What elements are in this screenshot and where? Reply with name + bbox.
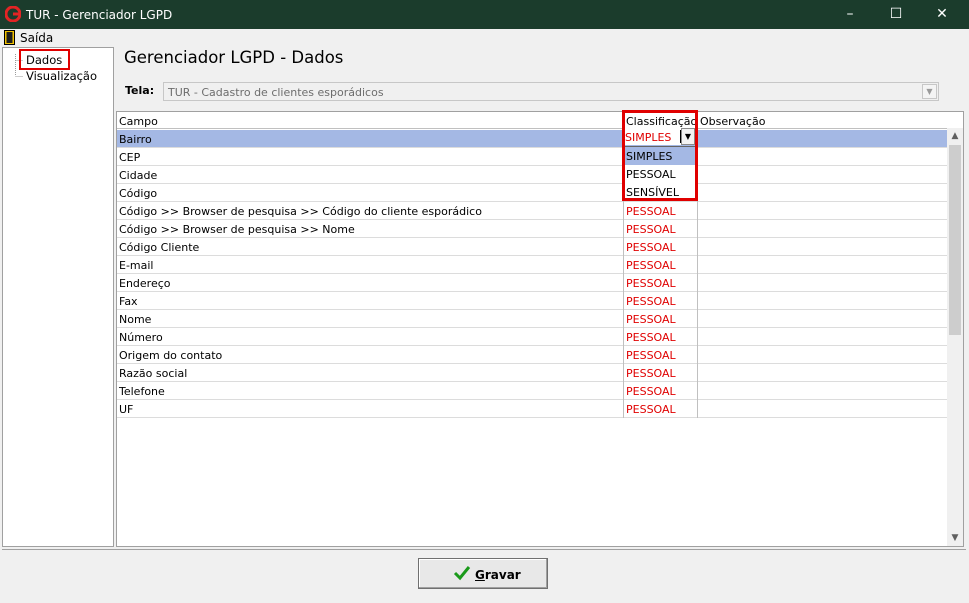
cell-campo[interactable]: UF xyxy=(117,400,623,418)
table-row[interactable]: Código xyxy=(117,184,947,202)
cell-classificacao[interactable]: PESSOAL xyxy=(623,292,697,310)
table-row[interactable]: Telefone PESSOAL xyxy=(117,382,947,400)
cell-classificacao[interactable]: PESSOAL xyxy=(623,364,697,382)
grid-vertical-scrollbar[interactable]: ▲ ▼ xyxy=(947,128,963,546)
table-row[interactable]: Código >> Browser de pesquisa >> Nome PES… xyxy=(117,220,947,238)
grid-header: Campo Classificação Observação xyxy=(117,112,947,129)
tela-select-value: TUR - Cadastro de clientes esporádicos xyxy=(168,86,384,99)
cell-campo[interactable]: Cidade xyxy=(117,166,623,184)
table-row[interactable]: Número PESSOAL xyxy=(117,328,947,346)
check-icon xyxy=(453,566,471,581)
cell-observacao[interactable] xyxy=(697,328,947,346)
table-row[interactable]: Origem do contato PESSOAL xyxy=(117,346,947,364)
cell-campo[interactable]: Código Cliente xyxy=(117,238,623,256)
table-row[interactable]: Cidade xyxy=(117,166,947,184)
cell-campo[interactable]: Código >> Browser de pesquisa >> Nome xyxy=(117,220,623,238)
cell-classificacao[interactable]: PESSOAL xyxy=(623,238,697,256)
cell-campo[interactable]: Endereço xyxy=(117,274,623,292)
minimize-button[interactable]: – xyxy=(827,0,873,29)
navigation-tree: Dados Visualização xyxy=(2,47,114,547)
scroll-up-icon[interactable]: ▲ xyxy=(947,128,963,144)
app-logo-icon xyxy=(5,6,21,22)
cell-campo[interactable]: E-mail xyxy=(117,256,623,274)
cell-classificacao[interactable]: PESSOAL xyxy=(623,382,697,400)
chevron-down-icon[interactable]: ▼ xyxy=(922,84,937,99)
cell-observacao[interactable] xyxy=(697,346,947,364)
cell-observacao[interactable] xyxy=(697,256,947,274)
cell-observacao[interactable] xyxy=(697,382,947,400)
cell-observacao[interactable] xyxy=(697,238,947,256)
cell-classificacao[interactable]: PESSOAL xyxy=(623,274,697,292)
cell-classificacao[interactable]: PESSOAL xyxy=(623,328,697,346)
cell-campo[interactable]: CEP xyxy=(117,148,623,166)
cell-classificacao[interactable]: PESSOAL xyxy=(623,256,697,274)
cell-observacao[interactable] xyxy=(697,184,947,202)
table-row[interactable]: E-mail PESSOAL xyxy=(117,256,947,274)
cell-campo[interactable]: Bairro xyxy=(117,130,623,148)
cell-classificacao[interactable]: PESSOAL xyxy=(623,220,697,238)
cell-observacao[interactable] xyxy=(697,166,947,184)
maximize-button[interactable]: ☐ xyxy=(873,0,919,29)
cell-classificacao[interactable]: PESSOAL xyxy=(623,400,697,418)
save-mnemonic: G xyxy=(475,568,485,582)
table-row[interactable]: UF PESSOAL xyxy=(117,400,947,418)
cell-observacao[interactable] xyxy=(697,310,947,328)
cell-campo[interactable]: Código xyxy=(117,184,623,202)
table-row[interactable]: Fax PESSOAL xyxy=(117,292,947,310)
classification-highlight-box xyxy=(622,110,698,201)
exit-menu-item[interactable]: Saída xyxy=(20,31,53,45)
tree-item-visualizacao[interactable]: Visualização xyxy=(26,69,97,83)
cell-observacao[interactable] xyxy=(697,130,947,148)
cell-observacao[interactable] xyxy=(697,274,947,292)
cell-campo[interactable]: Telefone xyxy=(117,382,623,400)
column-header-campo[interactable]: Campo xyxy=(117,112,623,129)
save-button[interactable]: Gravar xyxy=(418,558,548,589)
cell-observacao[interactable] xyxy=(697,202,947,220)
table-row[interactable]: Código Cliente PESSOAL xyxy=(117,238,947,256)
table-row[interactable]: Nome PESSOAL xyxy=(117,310,947,328)
dados-highlight-box xyxy=(19,49,70,70)
table-row[interactable]: Endereço PESSOAL xyxy=(117,274,947,292)
table-row[interactable]: CEP xyxy=(117,148,947,166)
scrollbar-thumb[interactable] xyxy=(949,145,961,335)
scroll-down-icon[interactable]: ▼ xyxy=(947,530,963,546)
window-title: TUR - Gerenciador LGPD xyxy=(26,8,173,22)
cell-classificacao[interactable]: PESSOAL xyxy=(623,202,697,220)
table-row[interactable]: Razão social PESSOAL xyxy=(117,364,947,382)
table-row[interactable]: Bairro xyxy=(117,130,947,148)
cell-campo[interactable]: Nome xyxy=(117,310,623,328)
table-row[interactable]: Código >> Browser de pesquisa >> Código … xyxy=(117,202,947,220)
fields-grid: Campo Classificação Observação Bairro CEP… xyxy=(116,111,964,547)
cell-observacao[interactable] xyxy=(697,400,947,418)
cell-campo[interactable]: Fax xyxy=(117,292,623,310)
cell-observacao[interactable] xyxy=(697,364,947,382)
cell-campo[interactable]: Código >> Browser de pesquisa >> Código … xyxy=(117,202,623,220)
close-button[interactable]: ✕ xyxy=(919,0,965,29)
cell-observacao[interactable] xyxy=(697,292,947,310)
menu-bar: Saída xyxy=(0,29,969,47)
cell-classificacao[interactable]: PESSOAL xyxy=(623,310,697,328)
cell-campo[interactable]: Razão social xyxy=(117,364,623,382)
cell-campo[interactable]: Origem do contato xyxy=(117,346,623,364)
title-bar: TUR - Gerenciador LGPD – ☐ ✕ xyxy=(0,0,969,29)
save-button-label: Gravar xyxy=(475,568,521,582)
column-header-observacao[interactable]: Observação xyxy=(697,112,947,129)
tela-label: Tela: xyxy=(125,84,155,97)
page-title: Gerenciador LGPD - Dados xyxy=(124,48,344,67)
cell-classificacao[interactable]: PESSOAL xyxy=(623,346,697,364)
cell-observacao[interactable] xyxy=(697,148,947,166)
exit-door-icon xyxy=(4,30,15,45)
tela-select[interactable]: TUR - Cadastro de clientes esporádicos ▼ xyxy=(163,82,939,101)
cell-campo[interactable]: Número xyxy=(117,328,623,346)
cell-observacao[interactable] xyxy=(697,220,947,238)
